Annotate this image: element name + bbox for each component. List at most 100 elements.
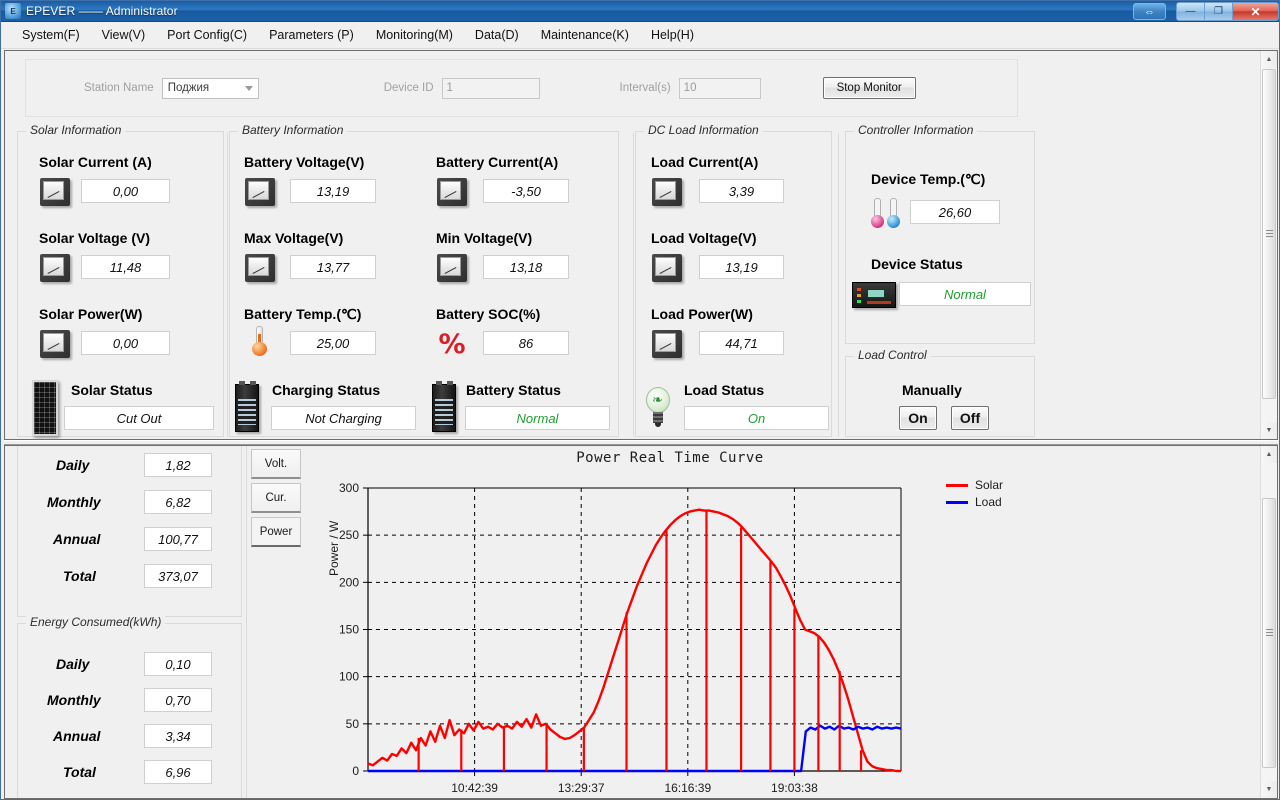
load-power-value: 44,71 bbox=[699, 331, 784, 355]
chart-type-tabs: Volt. Cur. Power bbox=[251, 449, 301, 551]
energy-consumed-row-label: Total bbox=[63, 764, 96, 780]
battery-soc-label: Battery SOC(%) bbox=[436, 306, 540, 322]
solar-power-label: Solar Power(W) bbox=[39, 306, 142, 322]
battery-temp-value: 25,00 bbox=[290, 331, 376, 355]
dc-load-information-group: DC Load Information Load Current(A) 3,39… bbox=[635, 131, 832, 437]
thermometer-icon bbox=[249, 326, 279, 354]
solar-voltage-label: Solar Voltage (V) bbox=[39, 230, 150, 246]
svg-text:150: 150 bbox=[339, 623, 359, 637]
max-voltage-label: Max Voltage(V) bbox=[244, 230, 343, 246]
svg-text:200: 200 bbox=[339, 575, 359, 589]
chevron-down-icon bbox=[245, 86, 253, 91]
energy-generated-row-label: Daily bbox=[56, 457, 89, 473]
monitor-toolbar: Station Name Поджия Device ID 1 Interval… bbox=[25, 59, 1018, 117]
station-name-select[interactable]: Поджия bbox=[162, 78, 259, 99]
battery-voltage-value: 13,19 bbox=[290, 179, 376, 203]
battery-information-title: Battery Information bbox=[238, 123, 347, 137]
solar-status-value: Cut Out bbox=[64, 406, 214, 430]
controller-information-title: Controller Information bbox=[854, 123, 977, 137]
top-pane-scrollbar[interactable]: ▲ ▼ bbox=[1260, 51, 1277, 439]
tab-power[interactable]: Power bbox=[251, 517, 301, 547]
battery-current-value: -3,50 bbox=[483, 179, 569, 203]
controller-device-icon bbox=[852, 282, 896, 308]
close-button[interactable]: ✕ bbox=[1233, 3, 1278, 20]
menu-item-parameters[interactable]: Parameters (P) bbox=[258, 24, 365, 46]
load-voltage-value: 13,19 bbox=[699, 255, 784, 279]
restore-extra-icon[interactable]: ⇔ bbox=[1133, 3, 1166, 20]
svg-text:16:16:39: 16:16:39 bbox=[664, 781, 711, 795]
gauge-icon bbox=[437, 178, 467, 206]
device-id-label: Device ID bbox=[384, 82, 434, 94]
energy-consumed-row-value: 3,34 bbox=[144, 724, 212, 748]
menu-item-system[interactable]: System(F) bbox=[11, 24, 91, 46]
solar-information-group: Solar Information Solar Current (A) 0,00… bbox=[17, 131, 224, 437]
battery-status-label: Battery Status bbox=[466, 382, 561, 398]
stop-monitor-button[interactable]: Stop Monitor bbox=[823, 77, 916, 99]
load-current-value: 3,39 bbox=[699, 179, 784, 203]
gauge-icon bbox=[40, 254, 70, 282]
interval-input[interactable]: 10 bbox=[679, 78, 761, 99]
battery-voltage-label: Battery Voltage(V) bbox=[244, 154, 364, 170]
svg-text:0: 0 bbox=[352, 764, 359, 778]
maximize-button[interactable]: ❐ bbox=[1205, 3, 1233, 20]
min-voltage-label: Min Voltage(V) bbox=[436, 230, 532, 246]
menu-item-view[interactable]: View(V) bbox=[91, 24, 157, 46]
load-current-label: Load Current(A) bbox=[651, 154, 758, 170]
tab-cur[interactable]: Cur. bbox=[251, 483, 301, 513]
load-off-button[interactable]: Off bbox=[951, 406, 989, 430]
battery-information-group: Battery Information Battery Voltage(V) 1… bbox=[229, 131, 619, 437]
load-voltage-label: Load Voltage(V) bbox=[651, 230, 757, 246]
energy-generated-group: Daily 1,82 Monthly 6,82 Annual 100,77 To… bbox=[17, 445, 242, 617]
menu-item-port-config[interactable]: Port Config(C) bbox=[156, 24, 258, 46]
energy-consumed-title: Energy Consumed(kWh) bbox=[26, 615, 165, 629]
menu-bar: System(F) View(V) Port Config(C) Paramet… bbox=[1, 22, 1280, 49]
application-window: E EPEVER —— Administrator ⇔ — ❐ ✕ System… bbox=[0, 0, 1280, 800]
solar-power-value: 0,00 bbox=[81, 331, 170, 355]
minimize-button[interactable]: — bbox=[1177, 3, 1205, 20]
gauge-icon bbox=[652, 330, 682, 358]
battery-icon bbox=[432, 384, 456, 432]
energy-generated-row-value: 1,82 bbox=[144, 453, 212, 477]
device-temp-label: Device Temp.(℃) bbox=[871, 171, 985, 188]
interval-label: Interval(s) bbox=[620, 82, 671, 94]
energy-consumed-row-label: Daily bbox=[56, 656, 89, 672]
window-controls: ⇔ — ❐ ✕ bbox=[1133, 2, 1279, 21]
gauge-icon bbox=[652, 178, 682, 206]
scroll-down-icon[interactable]: ▼ bbox=[1261, 422, 1277, 439]
tab-volt[interactable]: Volt. bbox=[251, 449, 301, 479]
menu-item-monitoring[interactable]: Monitoring(M) bbox=[365, 24, 464, 46]
energy-consumed-row-label: Annual bbox=[53, 728, 100, 744]
window-title: EPEVER —— Administrator bbox=[26, 4, 178, 18]
column-divider bbox=[633, 133, 634, 437]
gauge-icon bbox=[437, 254, 467, 282]
menu-item-maintenance[interactable]: Maintenance(K) bbox=[530, 24, 640, 46]
svg-text:250: 250 bbox=[339, 528, 359, 542]
scroll-up-icon[interactable]: ▲ bbox=[1261, 446, 1277, 463]
scroll-up-icon[interactable]: ▲ bbox=[1261, 51, 1277, 68]
svg-text:13:29:37: 13:29:37 bbox=[558, 781, 605, 795]
solar-information-title: Solar Information bbox=[26, 123, 125, 137]
column-divider bbox=[227, 133, 228, 437]
menu-item-data[interactable]: Data(D) bbox=[464, 24, 530, 46]
station-name-value: Поджия bbox=[168, 82, 209, 94]
device-status-label: Device Status bbox=[871, 256, 963, 272]
power-chart: Power Real Time Curve Power / W Solar Lo… bbox=[305, 446, 1035, 798]
percent-icon: % bbox=[437, 330, 467, 358]
energy-consumed-group: Energy Consumed(kWh) Daily 0,10 Monthly … bbox=[17, 623, 242, 799]
scroll-thumb[interactable] bbox=[1262, 498, 1276, 768]
menu-item-help[interactable]: Help(H) bbox=[640, 24, 705, 46]
energy-generated-row-value: 373,07 bbox=[144, 564, 212, 588]
energy-generated-row-label: Monthly bbox=[47, 494, 101, 510]
scroll-thumb[interactable] bbox=[1262, 69, 1276, 399]
solar-status-label: Solar Status bbox=[71, 382, 153, 398]
energy-generated-row-label: Total bbox=[63, 568, 96, 584]
load-on-button[interactable]: On bbox=[899, 406, 937, 430]
max-voltage-value: 13,77 bbox=[290, 255, 376, 279]
gauge-icon bbox=[245, 178, 275, 206]
device-id-input[interactable]: 1 bbox=[442, 78, 540, 99]
scroll-down-icon[interactable]: ▼ bbox=[1261, 781, 1277, 798]
svg-text:10:42:39: 10:42:39 bbox=[451, 781, 498, 795]
solar-current-value: 0,00 bbox=[81, 179, 170, 203]
bottom-pane-scrollbar[interactable]: ▲ ▼ bbox=[1260, 446, 1277, 798]
load-status-value: On bbox=[684, 406, 829, 430]
